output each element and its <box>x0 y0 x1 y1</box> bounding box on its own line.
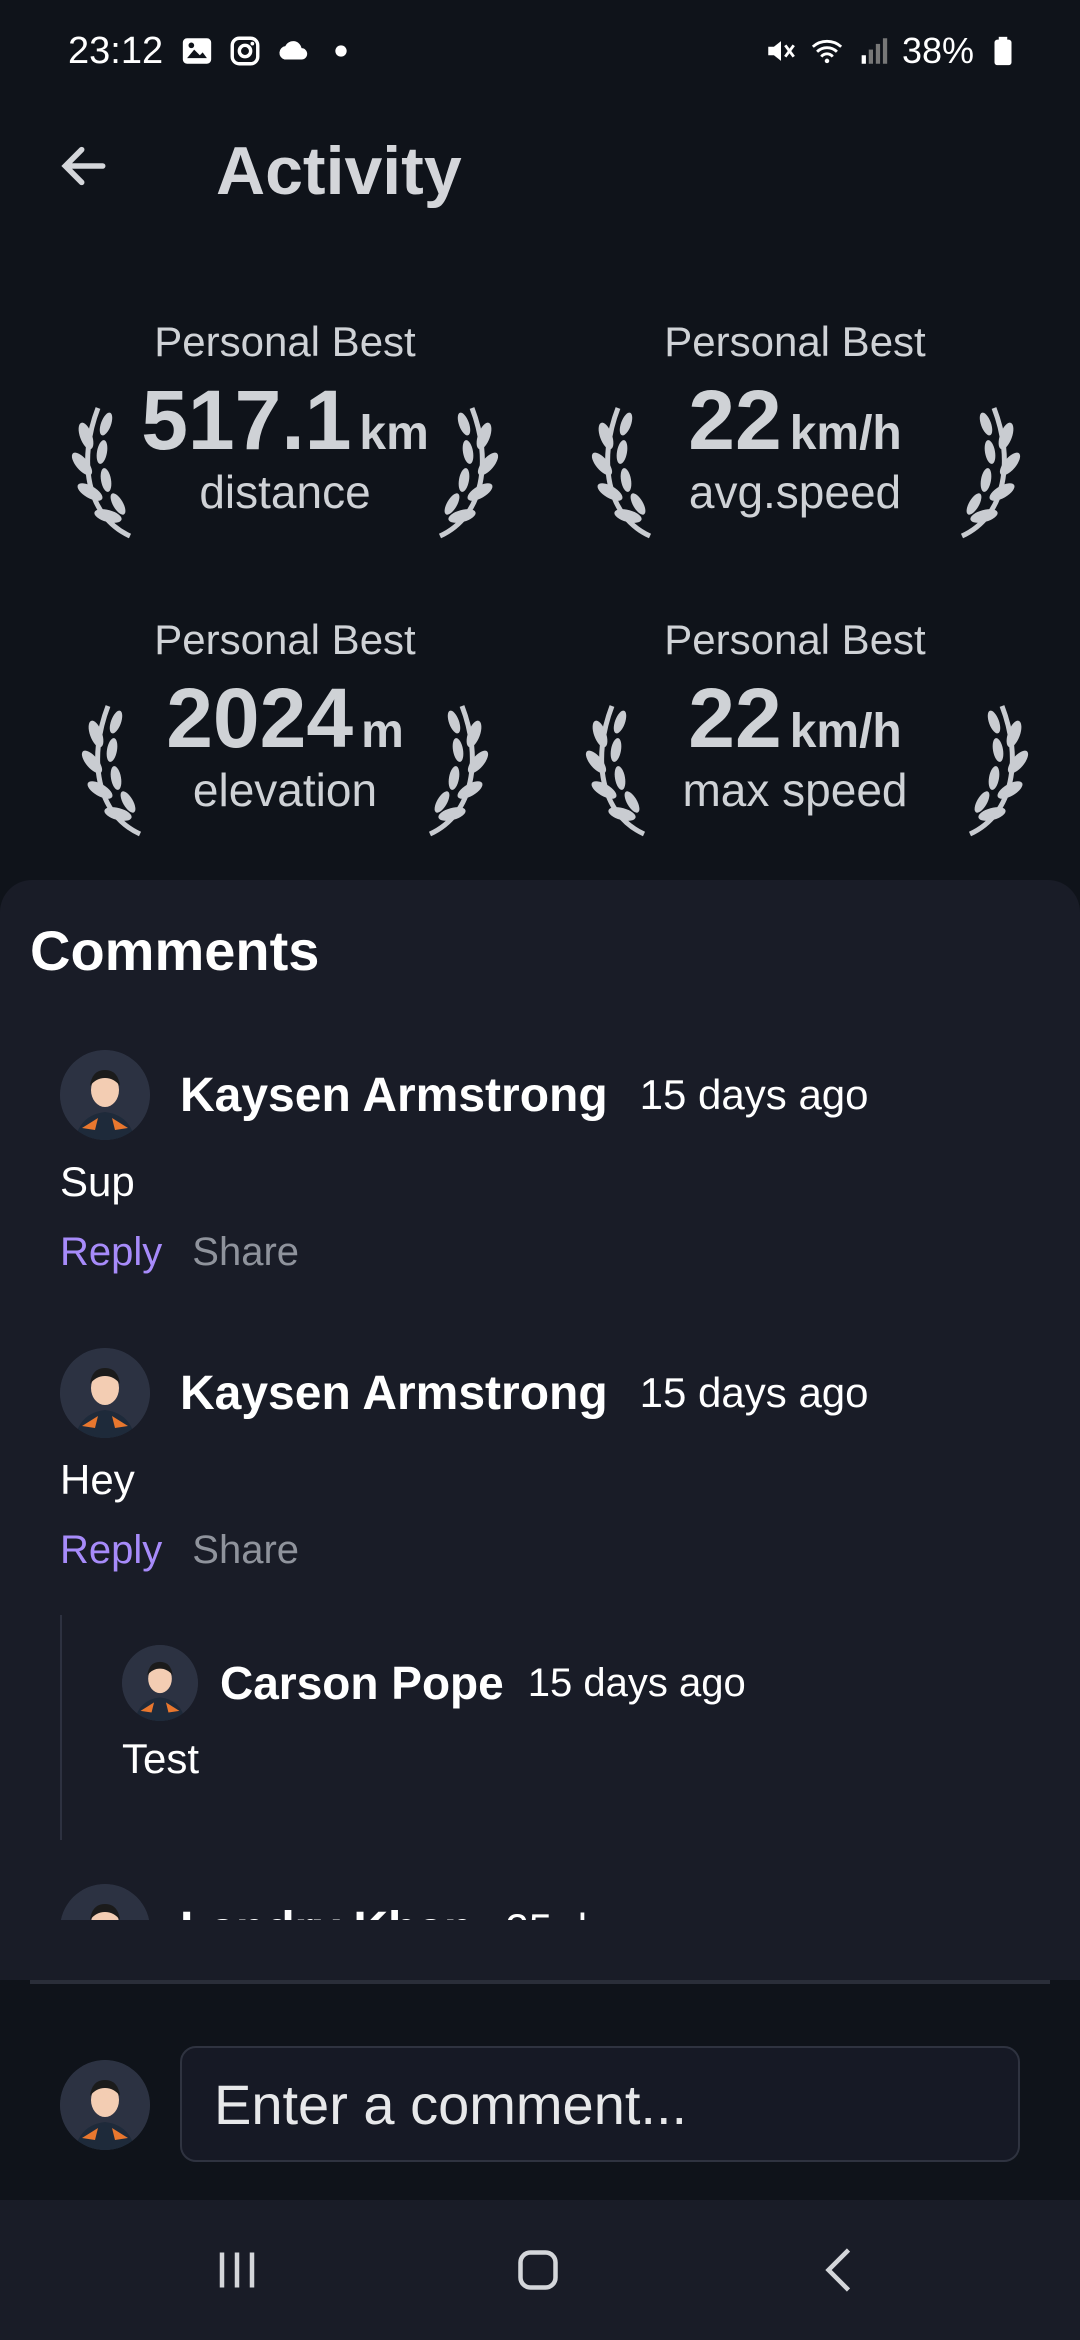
battery-icon <box>994 36 1012 66</box>
laurel-right-icon <box>960 407 1021 539</box>
avatar-icon <box>122 1645 198 1721</box>
comments-panel: Comments Kaysen Armstrong 15 days ago Su… <box>0 880 1080 1980</box>
composer-divider <box>30 1980 1050 1984</box>
laurel-left-icon <box>81 705 142 837</box>
personal-bests: Personal Best 517.1 km distance Personal … <box>0 300 1080 860</box>
comment-text: Hey <box>60 1456 135 1503</box>
pb-label: Personal Best <box>154 616 416 663</box>
laurel-right-icon <box>968 705 1029 837</box>
wifi-icon <box>811 39 843 64</box>
chevron-left-icon <box>825 2248 851 2292</box>
personal-best-avg-speed: Personal Best 22 km/h avg.speed <box>565 300 1025 550</box>
comment-author[interactable]: Kaysen Armstrong <box>180 1068 608 1123</box>
pb-value: 517.1 <box>141 373 352 467</box>
avatar[interactable] <box>60 1348 150 1438</box>
pb-value: 22 <box>688 671 782 765</box>
instagram-icon <box>230 36 260 66</box>
avatar[interactable] <box>60 1884 150 1920</box>
page-title: Activity <box>216 133 462 209</box>
comment-text: Test <box>122 1735 200 1782</box>
my-avatar <box>60 2060 150 2150</box>
comment-item: Kaysen Armstrong 15 days ago Hey Reply S… <box>60 1348 1040 1573</box>
pb-unit: km/h <box>789 407 902 460</box>
comment-author[interactable]: Kaysen Armstrong <box>180 1366 608 1421</box>
system-nav-bar <box>0 2200 1080 2340</box>
recent-apps-button[interactable] <box>192 2230 282 2310</box>
reply-button[interactable]: Reply <box>60 1230 162 1275</box>
avatar-icon <box>60 1348 150 1438</box>
reply-item: Carson Pope 15 days ago Test <box>122 1645 1080 1783</box>
comment-text: Sup <box>60 1158 135 1205</box>
arrow-left-icon <box>61 146 106 186</box>
mute-icon <box>768 41 795 61</box>
battery-percent: 38% <box>901 30 974 71</box>
pb-label: Personal Best <box>664 318 926 365</box>
app-bar: Activity <box>0 108 1080 228</box>
notification-icons <box>180 34 358 68</box>
comment-author[interactable]: Landry Khan <box>180 1902 473 1921</box>
reply-button[interactable]: Reply <box>60 1528 162 1573</box>
thread-line <box>60 1615 62 1840</box>
avatar[interactable] <box>122 1645 198 1721</box>
laurel-right-icon <box>428 705 489 837</box>
cloud-icon <box>279 41 308 60</box>
status-time: 23:12 <box>68 30 164 72</box>
personal-best-max-speed: Personal Best 22 km/h max speed <box>565 598 1029 848</box>
comment-input[interactable] <box>180 2046 1020 2162</box>
comment-time: 15 days ago <box>639 1369 869 1416</box>
personal-best-distance: Personal Best 517.1 km distance <box>55 300 515 550</box>
laurel-left-icon <box>585 705 646 837</box>
personal-best-elevation: Personal Best 2024 m elevation <box>55 598 515 848</box>
laurel-right-icon <box>438 407 499 539</box>
share-button[interactable]: Share <box>192 1230 299 1275</box>
pb-label: Personal Best <box>154 318 416 365</box>
recents-icon <box>219 2252 255 2288</box>
pb-unit: m <box>361 705 404 758</box>
avatar-icon <box>60 1050 150 1140</box>
comment-time: 15 days ago <box>527 1660 746 1705</box>
comment-author[interactable]: Carson Pope <box>220 1656 504 1710</box>
back-button[interactable] <box>48 130 120 202</box>
comments-title: Comments <box>30 919 320 982</box>
pb-value: 2024 <box>166 671 354 765</box>
comment-time: 15 days ago <box>639 1071 869 1118</box>
laurel-left-icon <box>71 407 132 539</box>
comment-item: Landry Khan 25 days ago <box>60 1884 1040 1920</box>
avatar-icon <box>60 2060 150 2150</box>
comment-time: 25 days ago <box>505 1905 734 1920</box>
pb-unit: km/h <box>789 705 902 758</box>
home-button[interactable] <box>493 2230 583 2310</box>
home-icon <box>518 2250 558 2290</box>
system-status: 38% <box>764 30 1020 72</box>
clipped-comment: Landry Khan 25 days ago <box>0 1870 1080 1920</box>
comment-composer <box>0 2040 1080 2180</box>
dot-icon <box>335 45 347 57</box>
laurel-left-icon <box>591 407 652 539</box>
system-back-button[interactable] <box>796 2230 886 2310</box>
avatar-icon <box>60 1884 150 1920</box>
pb-value: 22 <box>688 373 782 467</box>
avatar[interactable] <box>60 1050 150 1140</box>
status-bar: 23:12 38% <box>0 0 1080 108</box>
gallery-icon <box>182 38 212 64</box>
signal-icon <box>861 38 888 64</box>
share-button[interactable]: Share <box>192 1528 299 1573</box>
comment-item: Kaysen Armstrong 15 days ago Sup Reply S… <box>60 1050 1040 1275</box>
pb-label: Personal Best <box>664 616 926 663</box>
